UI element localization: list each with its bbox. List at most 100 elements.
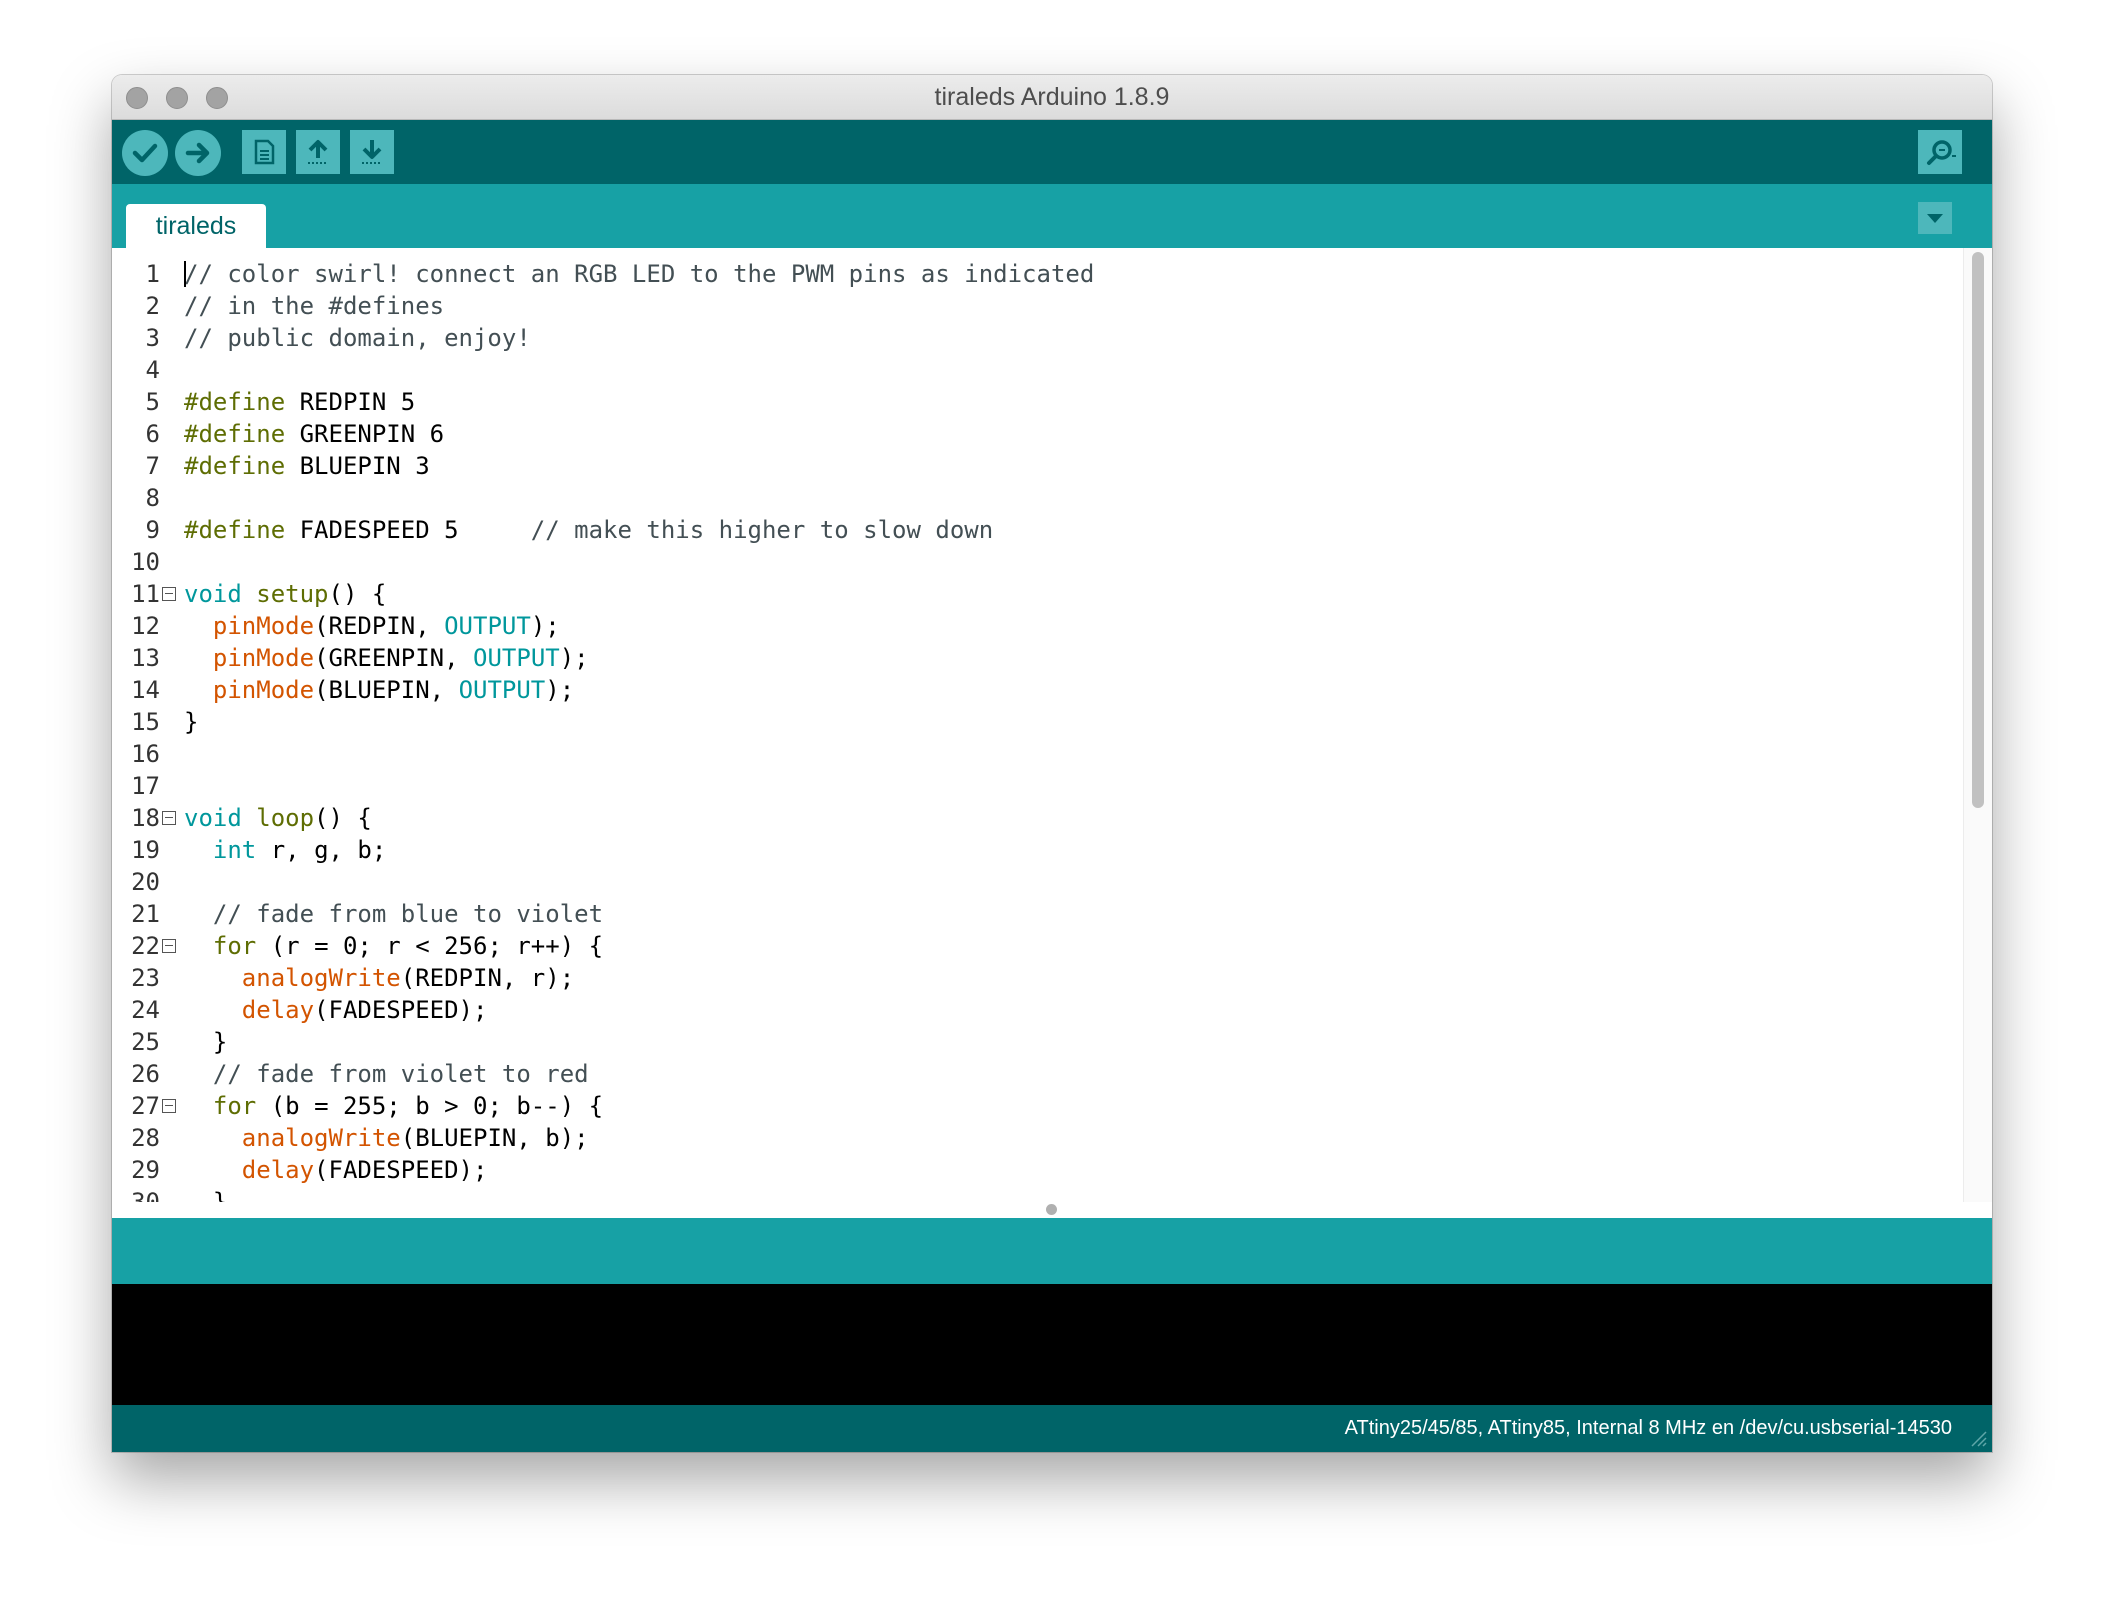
line-number: 10 (131, 548, 160, 576)
code-token-func: delay (241, 996, 315, 1024)
new-sketch-button[interactable] (242, 130, 286, 174)
code-token-directive: #define (184, 516, 286, 544)
arrow-up-icon (308, 140, 328, 164)
code-editor[interactable]: 1 // color swirl! connect an RGB LED to t… (112, 248, 1992, 1202)
code-token-comment: // fade from blue to violet (212, 900, 604, 928)
code-line[interactable]: 2 // in the #defines (112, 290, 1952, 322)
code-token-plain: ); (530, 612, 560, 640)
code-line[interactable]: 16 (112, 738, 1952, 770)
upload-button[interactable] (175, 130, 221, 176)
code-line[interactable]: 17 (112, 770, 1952, 802)
code-line[interactable]: 1 // color swirl! connect an RGB LED to t… (112, 258, 1952, 290)
code-text: // fade from violet to red (184, 1058, 589, 1090)
code-line[interactable]: 26 // fade from violet to red (112, 1058, 1952, 1090)
code-line[interactable]: 30 } (112, 1186, 1952, 1202)
code-line[interactable]: 8 (112, 482, 1952, 514)
fold-toggle-icon[interactable] (162, 587, 176, 601)
line-number: 8 (145, 484, 160, 512)
scrollbar-thumb[interactable] (1972, 252, 1984, 808)
code-token-func: pinMode (212, 676, 315, 704)
status-bar: ATtiny25/45/85, ATtiny85, Internal 8 MHz… (112, 1405, 1992, 1452)
code-text: // public domain, enjoy! (184, 322, 531, 354)
line-number: 4 (145, 356, 160, 384)
code-token-plain: () { (314, 804, 372, 832)
code-line[interactable]: 6 #define GREENPIN 6 (112, 418, 1952, 450)
code-token-plain: (BLUEPIN, b); (400, 1124, 589, 1152)
code-token-type: void (184, 804, 242, 832)
file-icon (254, 139, 275, 165)
editor-console-splitter[interactable] (112, 1202, 1992, 1218)
code-line[interactable]: 11 void setup() { (112, 578, 1952, 610)
code-line[interactable]: 18 void loop() { (112, 802, 1952, 834)
code-line[interactable]: 5 #define REDPIN 5 (112, 386, 1952, 418)
code-token-plain: (FADESPEED); (314, 1156, 488, 1184)
code-line[interactable]: 23 analogWrite(REDPIN, r); (112, 962, 1952, 994)
code-token-plain: (b = 255; b > 0; b--) { (256, 1092, 604, 1120)
window-title: tiraleds Arduino 1.8.9 (934, 83, 1170, 111)
line-number: 6 (145, 420, 160, 448)
fold-toggle-icon[interactable] (162, 939, 176, 953)
line-number: 29 (131, 1156, 160, 1184)
line-number: 13 (131, 644, 160, 672)
resize-grip-icon[interactable] (1966, 1426, 1988, 1448)
code-text: for (b = 255; b > 0; b--) { (184, 1090, 603, 1122)
code-token-directive: #define (184, 452, 286, 480)
code-line[interactable]: 3 // public domain, enjoy! (112, 322, 1952, 354)
code-token-plain: } (184, 708, 199, 736)
save-sketch-button[interactable] (350, 130, 394, 174)
code-text: delay(FADESPEED); (184, 1154, 488, 1186)
code-line[interactable]: 15} (112, 706, 1952, 738)
code-line[interactable]: 27 for (b = 255; b > 0; b--) { (112, 1090, 1952, 1122)
code-line[interactable]: 19 int r, g, b; (112, 834, 1952, 866)
code-token-comment: // make this higher to slow down (530, 516, 994, 544)
console-output[interactable] (112, 1284, 1992, 1405)
triangle-down-icon (1927, 214, 1943, 223)
code-line[interactable]: 7 #define BLUEPIN 3 (112, 450, 1952, 482)
line-number: 30 (131, 1188, 160, 1202)
arrow-right-icon (185, 142, 210, 164)
serial-monitor-button[interactable] (1918, 130, 1962, 174)
code-token-type: int (212, 836, 257, 864)
code-text: #define BLUEPIN 3 (184, 450, 430, 482)
code-line[interactable]: 9 #define FADESPEED 5 // make this higher… (112, 514, 1952, 546)
code-token-kw: for (212, 1092, 257, 1120)
title-bar[interactable]: tiraleds Arduino 1.8.9 (112, 75, 1992, 120)
verify-button[interactable] (122, 130, 168, 176)
vertical-scrollbar[interactable] (1963, 248, 1992, 1202)
code-token-func: analogWrite (241, 1124, 401, 1152)
line-number: 19 (131, 836, 160, 864)
code-token-comment: // fade from violet to red (212, 1060, 589, 1088)
line-number: 24 (131, 996, 160, 1024)
tab-tiraleds[interactable]: tiraleds (126, 204, 266, 248)
code-line[interactable]: 13 pinMode(GREENPIN, OUTPUT); (112, 642, 1952, 674)
code-line[interactable]: 20 (112, 866, 1952, 898)
splitter-handle[interactable] (1046, 1204, 1057, 1215)
tab-menu-button[interactable] (1918, 202, 1952, 234)
fold-toggle-icon[interactable] (162, 811, 176, 825)
line-number: 17 (131, 772, 160, 800)
open-sketch-button[interactable] (296, 130, 340, 174)
code-line[interactable]: 10 (112, 546, 1952, 578)
code-token-func: analogWrite (241, 964, 401, 992)
code-line[interactable]: 22 for (r = 0; r < 256; r++) { (112, 930, 1952, 962)
code-line[interactable]: 12 pinMode(REDPIN, OUTPUT); (112, 610, 1952, 642)
code-line[interactable]: 29 delay(FADESPEED); (112, 1154, 1952, 1186)
line-number: 14 (131, 676, 160, 704)
code-text: int r, g, b; (184, 834, 386, 866)
code-text: // color swirl! connect an RGB LED to th… (184, 258, 1094, 290)
code-line[interactable]: 4 (112, 354, 1952, 386)
fold-toggle-icon[interactable] (162, 1099, 176, 1113)
code-token-directive: #define (184, 388, 286, 416)
code-line[interactable]: 21 // fade from blue to violet (112, 898, 1952, 930)
code-line[interactable]: 14 pinMode(BLUEPIN, OUTPUT); (112, 674, 1952, 706)
code-line[interactable]: 24 delay(FADESPEED); (112, 994, 1952, 1026)
code-line[interactable]: 28 analogWrite(BLUEPIN, b); (112, 1122, 1952, 1154)
code-token-func: delay (241, 1156, 315, 1184)
code-line[interactable]: 25 } (112, 1026, 1952, 1058)
toolbar (112, 120, 1992, 184)
